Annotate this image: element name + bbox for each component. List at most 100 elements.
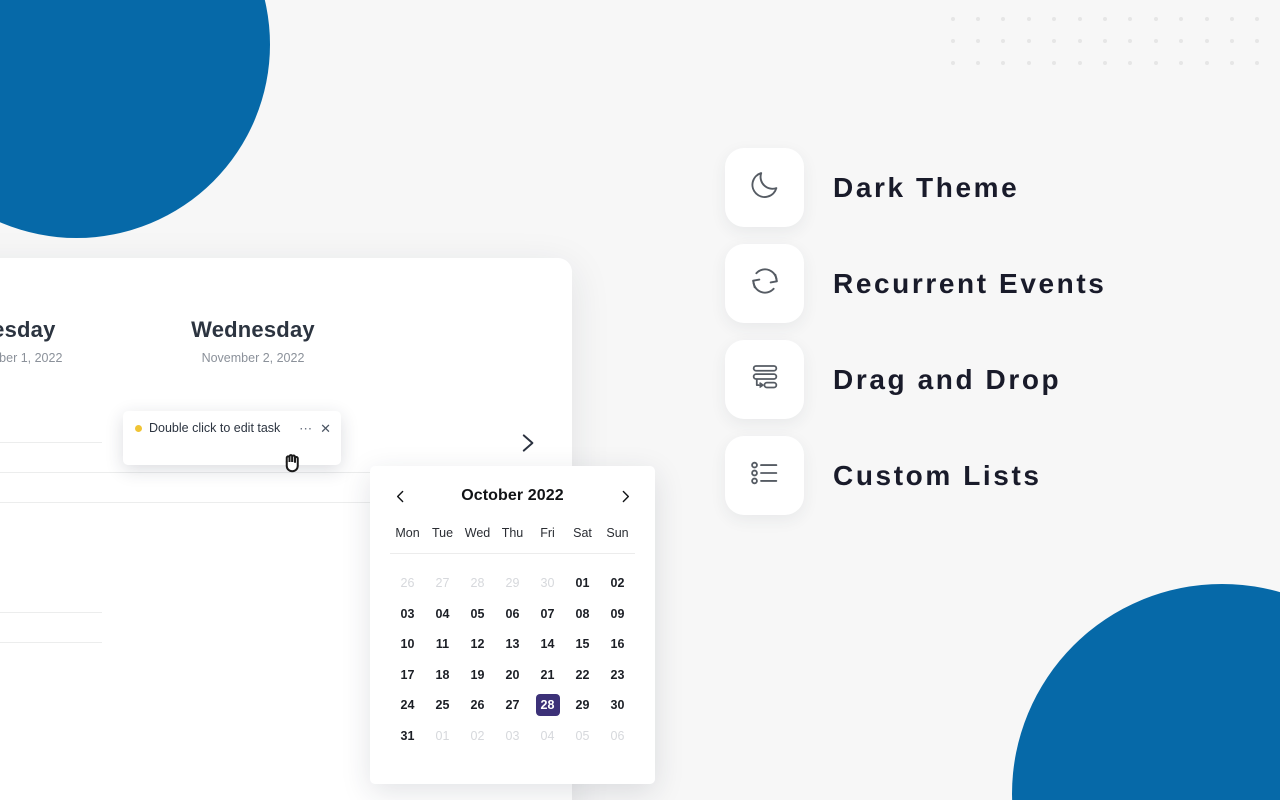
calendar-day-cell[interactable]: 29: [495, 568, 530, 599]
calendar-day-cell[interactable]: 20: [495, 660, 530, 691]
calendar-day-cell[interactable]: 26: [460, 690, 495, 721]
task-color-dot-icon: [135, 424, 142, 432]
dot-icon: [1229, 17, 1234, 21]
calendar-weekday-label: Fri: [540, 526, 555, 540]
calendar-day-cell[interactable]: 22: [565, 660, 600, 691]
calendar-day-cell[interactable]: 18: [425, 660, 460, 691]
calendar-day-cell[interactable]: 27: [425, 568, 460, 599]
planner-day-column: Wednesday November 2, 2022: [132, 317, 374, 365]
calendar-day-cell[interactable]: 28: [460, 568, 495, 599]
calendar-day-cell[interactable]: 30: [600, 690, 635, 721]
calendar-day-cell[interactable]: 05: [460, 599, 495, 630]
calendar-day-cell[interactable]: 06: [600, 721, 635, 752]
planner-day-column: Tuesday November 1, 2022: [0, 317, 132, 365]
refresh-circular-arrows-icon: [748, 264, 782, 303]
day-date: November 1, 2022: [0, 351, 63, 365]
calendar-day-cell[interactable]: 26: [390, 568, 425, 599]
dot-icon: [1179, 61, 1184, 65]
date-picker-card: October 2022 Mon Tue Wed Thu Fri Sat Sun 26 27 2…: [370, 466, 655, 784]
calendar-month-label: October 2022: [461, 487, 564, 504]
calendar-day-cell[interactable]: 04: [530, 721, 565, 752]
planner-rule-line: [0, 442, 102, 443]
grab-hand-cursor-icon: [278, 447, 308, 477]
dot-icon: [1153, 61, 1158, 65]
feature-icon-box: [725, 340, 804, 419]
calendar-day-cell[interactable]: 24: [390, 690, 425, 721]
calendar-weekday-label: Thu: [501, 526, 524, 540]
calendar-day-cell[interactable]: 01: [565, 568, 600, 599]
decorative-circle-bottom-right: [1012, 584, 1280, 800]
dot-icon: [1052, 61, 1057, 65]
calendar-day-selected[interactable]: 28: [530, 690, 565, 721]
calendar-day-cell[interactable]: 08: [565, 599, 600, 630]
task-edit-tooltip: Double click to edit task ⋯ ✕: [123, 411, 341, 465]
feature-label: Drag and Drop: [833, 363, 1062, 395]
calendar-day-cell[interactable]: 04: [425, 599, 460, 630]
dot-icon: [1153, 17, 1158, 21]
calendar-day-cell[interactable]: 14: [530, 629, 565, 660]
calendar-day-cell[interactable]: 23: [600, 660, 635, 691]
day-date: November 2, 2022: [201, 351, 305, 365]
dot-icon: [950, 61, 955, 65]
calendar-day-cell[interactable]: 03: [390, 599, 425, 630]
calendar-day-cell[interactable]: 03: [495, 721, 530, 752]
calendar-day-cell[interactable]: 30: [530, 568, 565, 599]
calendar-day-cell[interactable]: 12: [460, 629, 495, 660]
calendar-day-cell[interactable]: 29: [565, 690, 600, 721]
dot-icon: [1128, 17, 1133, 21]
calendar-header: October 2022: [390, 484, 635, 508]
dot-icon: [1001, 61, 1006, 65]
calendar-day-cell[interactable]: 05: [565, 721, 600, 752]
feature-item[interactable]: Custom Lists: [725, 436, 1106, 515]
chevron-left-icon[interactable]: [390, 486, 410, 506]
dot-icon: [1026, 61, 1031, 65]
close-icon[interactable]: ✕: [320, 422, 331, 435]
calendar-day-cell[interactable]: 17: [390, 660, 425, 691]
dot-icon: [1102, 39, 1107, 43]
dot-icon: [1179, 17, 1184, 21]
calendar-day-cell[interactable]: 15: [565, 629, 600, 660]
calendar-weekday-label: Wed: [464, 526, 491, 540]
calendar-day-cell[interactable]: 21: [530, 660, 565, 691]
ideas-heading: Ideas: [0, 561, 104, 583]
calendar-day-cell[interactable]: 25: [425, 690, 460, 721]
dot-icon: [1001, 39, 1006, 43]
chevron-right-icon[interactable]: [615, 486, 635, 506]
planner-day-columns: Tuesday November 1, 2022 Wednesday Novem…: [0, 317, 550, 365]
calendar-day-cell[interactable]: 01: [425, 721, 460, 752]
dot-icon: [1102, 17, 1107, 21]
calendar-day-cell[interactable]: 02: [600, 568, 635, 599]
dot-icon: [1255, 17, 1260, 21]
calendar-day-cell[interactable]: 06: [495, 599, 530, 630]
calendar-day-cell[interactable]: 13: [495, 629, 530, 660]
dot-icon: [1077, 39, 1082, 43]
calendar-day-cell[interactable]: 19: [460, 660, 495, 691]
calendar-weekday-label: Tue: [431, 526, 454, 540]
calendar-day-cell[interactable]: 02: [460, 721, 495, 752]
feature-icon-box: [725, 148, 804, 227]
dot-icon: [976, 39, 981, 43]
task-row[interactable]: Open t: [0, 387, 550, 413]
calendar-day-cell[interactable]: 27: [495, 690, 530, 721]
dot-icon: [1204, 17, 1209, 21]
chevron-right-icon[interactable]: [514, 430, 540, 456]
calendar-day-grid[interactable]: 26 27 28 29 30 01 02 03 04 05 06 07 08 09 10 11 12 13 14 15…: [390, 568, 635, 751]
bulleted-list-icon: [748, 456, 782, 495]
calendar-day-cell[interactable]: 07: [530, 599, 565, 630]
feature-item[interactable]: Drag and Drop: [725, 340, 1106, 419]
feature-item[interactable]: Dark Theme: [725, 148, 1106, 227]
dot-icon: [1153, 39, 1158, 43]
dot-icon: [1026, 39, 1031, 43]
calendar-weekday-label: Mon: [395, 526, 420, 540]
calendar-day-cell[interactable]: 16: [600, 629, 635, 660]
calendar-day-cell[interactable]: 09: [600, 599, 635, 630]
calendar-weekday-label: Sat: [573, 526, 592, 540]
more-options-icon[interactable]: ⋯: [299, 422, 313, 435]
calendar-day-cell[interactable]: 31: [390, 721, 425, 752]
dot-icon: [1179, 39, 1184, 43]
day-name: Wednesday: [191, 317, 315, 342]
ideas-rule-line: [0, 642, 102, 643]
feature-item[interactable]: Recurrent Events: [725, 244, 1106, 323]
calendar-day-cell[interactable]: 11: [425, 629, 460, 660]
calendar-day-cell[interactable]: 10: [390, 629, 425, 660]
